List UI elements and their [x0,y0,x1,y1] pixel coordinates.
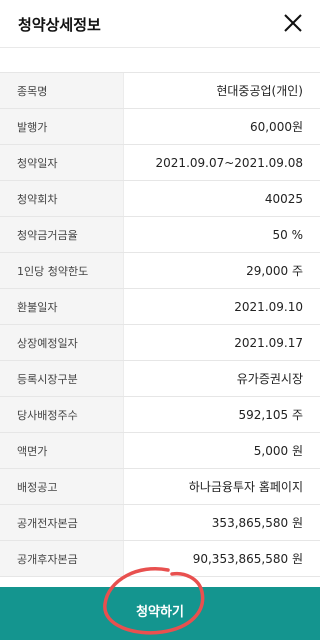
row-value: 353,865,580 원 [211,516,303,530]
row-label: 등록시장구분 [0,361,124,396]
row-label: 청약금거금율 [0,217,124,252]
subscribe-button-label: 청약하기 [136,605,184,620]
row-value: 90,353,865,580 원 [192,552,303,566]
header: 청약상세정보 [0,0,320,48]
table-row: 발행가 60,000원 [0,109,320,145]
table-row: 청약일자 2021.09.07~2021.09.08 [0,145,320,181]
row-value: 유가증권시장 [236,372,303,386]
row-value: 40025 [264,191,303,206]
table-row: 청약회차 40025 [0,181,320,217]
row-value: 50 % [272,227,304,242]
table-row: 공개후자본금 90,353,865,580 원 [0,541,320,577]
row-value: 60,000원 [249,120,303,134]
table-row: 등록시장구분 유가증권시장 [0,361,320,397]
row-label: 액면가 [0,433,124,468]
table-row: 청약금거금율 50 % [0,217,320,253]
row-label: 종목명 [0,73,124,108]
row-value: 현대중공업(개인) [216,84,303,98]
row-value: 29,000 주 [246,264,303,278]
table-row: 당사배정주수 592,105 주 [0,397,320,433]
table-row: 공개전자본금 353,865,580 원 [0,505,320,541]
row-label: 1인당 청약한도 [0,253,124,288]
row-label: 청약일자 [0,145,124,180]
row-label: 환불일자 [0,289,124,324]
row-value: 2021.09.17 [234,335,303,350]
row-value: 2021.09.07~2021.09.08 [155,155,303,170]
row-label: 상장예정일자 [0,325,124,360]
row-value: 592,105 주 [238,408,303,422]
row-value: 하나금융투자 홈페이지 [188,480,303,494]
subscribe-button[interactable]: 청약하기 [0,587,320,640]
row-label: 공개후자본금 [0,541,124,576]
row-label: 배정공고 [0,469,124,504]
page-title: 청약상세정보 [18,16,101,34]
table-row: 상장예정일자 2021.09.17 [0,325,320,361]
table-row: 액면가 5,000 원 [0,433,320,469]
table-row: 1인당 청약한도 29,000 주 [0,253,320,289]
row-label: 청약회차 [0,181,124,216]
row-label: 공개전자본금 [0,505,124,540]
row-value: 5,000 원 [253,444,303,458]
close-icon[interactable] [282,12,304,34]
table-row: 종목명 현대중공업(개인) [0,73,320,109]
table-row: 환불일자 2021.09.10 [0,289,320,325]
row-label: 발행가 [0,109,124,144]
row-value: 2021.09.10 [234,299,303,314]
table-row: 배정공고 하나금융투자 홈페이지 [0,469,320,505]
detail-table: 종목명 현대중공업(개인) 발행가 60,000원 청약일자 2021.09.0… [0,72,320,577]
row-label: 당사배정주수 [0,397,124,432]
